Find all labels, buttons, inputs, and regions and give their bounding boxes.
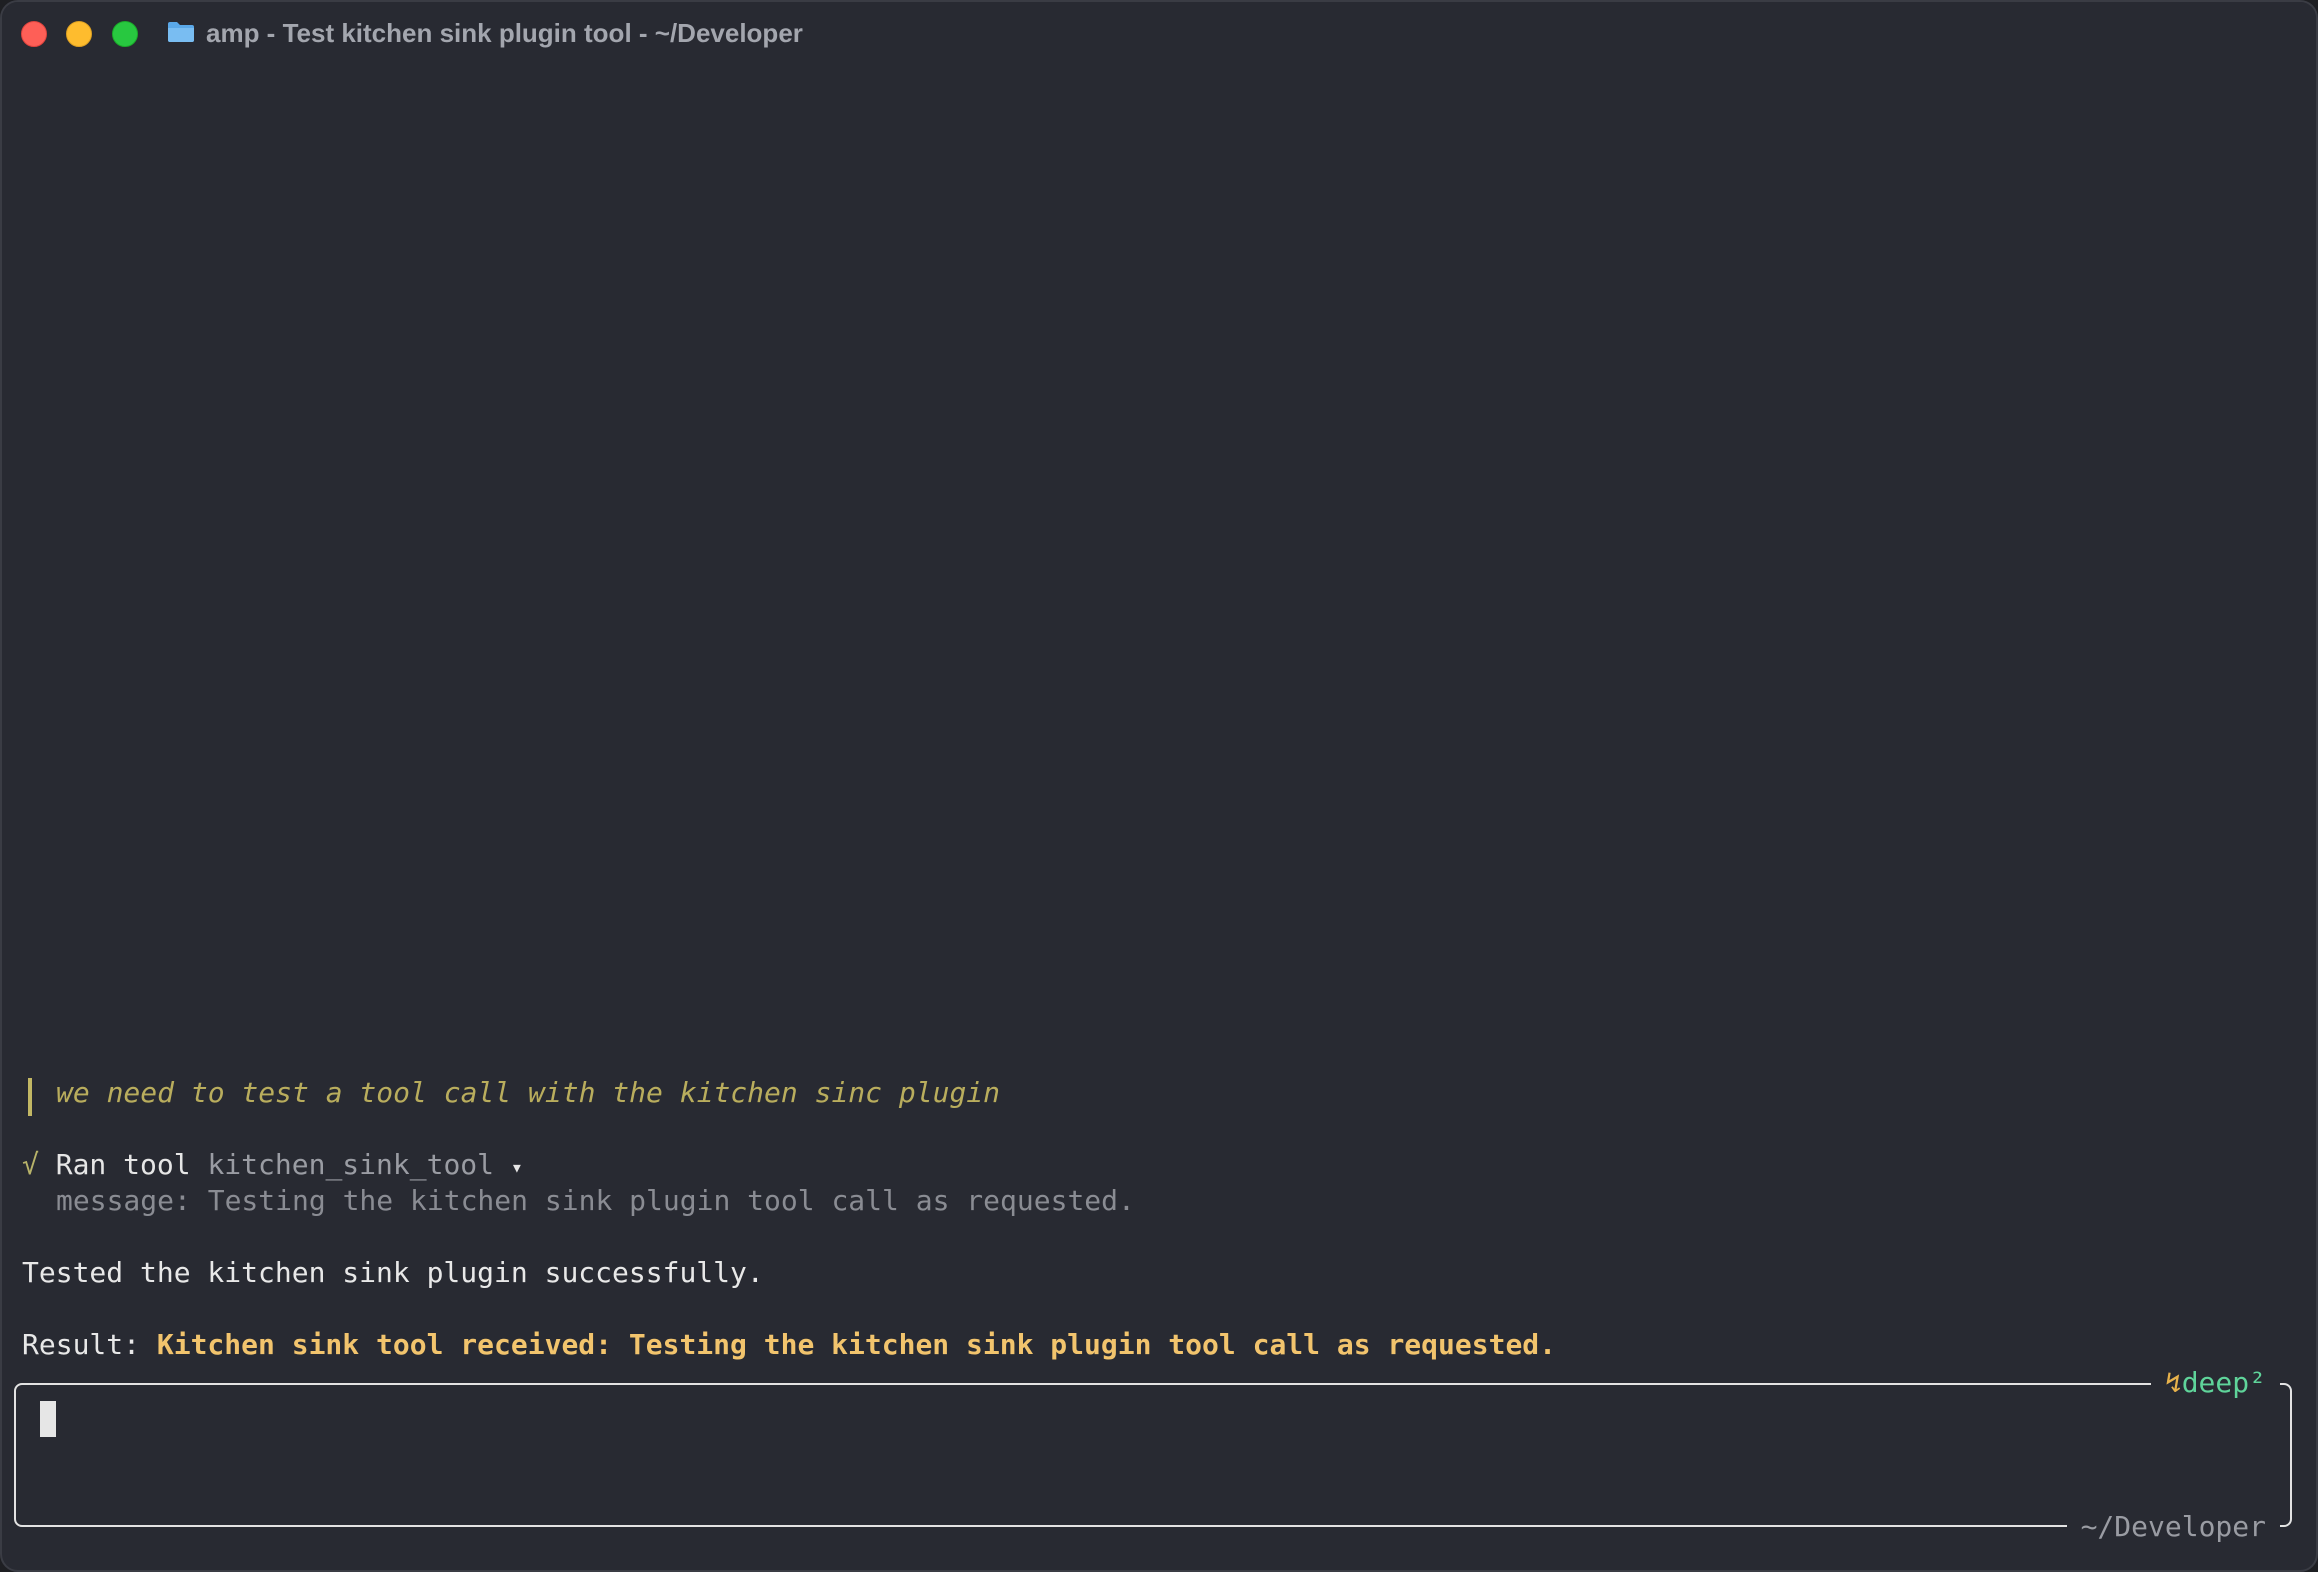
prompt-input-box[interactable] bbox=[14, 1383, 2292, 1527]
minimize-window-button[interactable] bbox=[66, 21, 92, 47]
assistant-reply: Tested the kitchen sink plugin successfu… bbox=[22, 1256, 764, 1289]
result-label: Result: bbox=[22, 1328, 157, 1361]
window-title: amp - Test kitchen sink plugin tool - ~/… bbox=[206, 18, 803, 48]
result-line: Result: Kitchen sink tool received: Test… bbox=[22, 1328, 1556, 1361]
chevron-down-icon[interactable]: ▾ bbox=[511, 1155, 523, 1179]
user-message-marker bbox=[28, 1078, 32, 1116]
result-value: Kitchen sink tool received: Testing the … bbox=[156, 1328, 1557, 1361]
tool-name: kitchen_sink_tool bbox=[207, 1148, 495, 1181]
working-directory: ~/Developer bbox=[2066, 1510, 2280, 1543]
tool-call-label: Ran tool bbox=[55, 1148, 191, 1181]
text-cursor bbox=[40, 1401, 56, 1437]
terminal-window: amp - Test kitchen sink plugin tool - ~/… bbox=[0, 0, 2318, 1572]
tool-call-header[interactable]: √ Ran tool kitchen_sink_tool ▾ bbox=[22, 1148, 523, 1181]
mode-label: deep² bbox=[2181, 1366, 2266, 1399]
title-bar: amp - Test kitchen sink plugin tool - ~/… bbox=[2, 2, 2316, 66]
tool-call-message: message: Testing the kitchen sink plugin… bbox=[56, 1184, 1135, 1217]
maximize-window-button[interactable] bbox=[112, 21, 138, 47]
folder-icon bbox=[168, 22, 194, 42]
user-message: we need to test a tool call with the kit… bbox=[56, 1076, 1001, 1109]
lightning-icon: ↯ bbox=[2164, 1366, 2182, 1399]
check-icon: √ bbox=[22, 1148, 39, 1181]
close-window-button[interactable] bbox=[21, 21, 47, 47]
mode-indicator: ↯deep² bbox=[2150, 1366, 2280, 1399]
